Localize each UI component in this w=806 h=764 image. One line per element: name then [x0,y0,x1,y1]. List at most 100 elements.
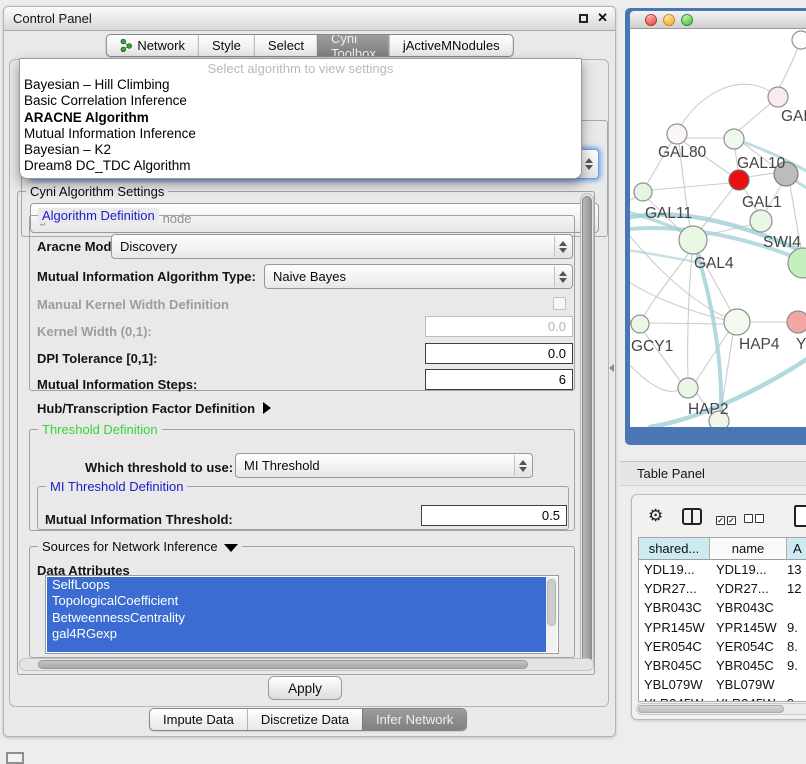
dpi-tolerance-label: DPI Tolerance [0,1]: [37,351,157,366]
network-node[interactable] [768,87,788,107]
manual-kernel-label: Manual Kernel Width Definition [37,297,229,312]
apply-button[interactable]: Apply [268,676,342,700]
node-label: GAL [781,108,806,125]
table-row[interactable]: YBR043CYBR043C [639,598,806,617]
which-threshold-combo[interactable]: MI Threshold [235,453,533,478]
float-window-icon[interactable] [579,14,588,23]
mi-threshold-field[interactable]: 0.5 [421,505,567,526]
tab-cyni-toolbox[interactable]: Cyni Toolbox [317,35,389,56]
sources-title[interactable]: Sources for Network Inference [38,539,242,554]
network-node-gal10[interactable] [724,129,744,149]
manual-kernel-checkbox[interactable] [553,297,566,310]
list-vertical-scrollbar[interactable] [546,577,557,652]
list-item[interactable]: TopologicalCoefficient [47,593,546,609]
mi-type-label: Mutual Information Algorithm Type: [37,269,256,284]
export-table-icon[interactable] [794,505,806,527]
table-row[interactable]: YPR145WYPR145W9. [639,618,806,637]
split-columns-icon[interactable] [682,508,702,525]
tab-network[interactable]: Network [106,35,198,56]
tab-jactivemnodules-label: jActiveMNodules [403,38,500,53]
settings-horizontal-scrollbar[interactable] [19,658,594,671]
dropdown-item[interactable]: Mutual Information Inference [20,126,581,142]
deselect-all-icon[interactable] [744,511,766,526]
tab-cyni-toolbox-label: Cyni Toolbox [331,34,376,57]
network-icon [119,39,132,52]
mi-type-combo[interactable]: Naive Bayes [264,264,573,289]
dropdown-item[interactable]: Basic Correlation Inference [20,93,581,109]
tab-select[interactable]: Select [254,35,317,56]
network-node-selected-red[interactable] [729,170,749,190]
column-header-clipped[interactable]: A [787,538,806,559]
table-row[interactable]: YLR345WYLR345W9. [639,694,806,702]
column-header-shared-name[interactable]: shared... [639,538,710,559]
tab-discretize-data[interactable]: Discretize Data [247,709,362,730]
network-node-gcy1[interactable] [631,315,649,333]
node-label: HAP4 [739,336,780,353]
data-attributes-list[interactable]: SelfLoops TopologicalCoefficient Between… [45,575,559,654]
select-all-icon[interactable]: ✓✓ [716,511,738,526]
tab-infer-network[interactable]: Infer Network [362,709,466,730]
control-panel-title: Control Panel [13,11,92,26]
table-row[interactable]: YDR27...YDR27...12 [639,579,806,598]
panel-divider-handle[interactable] [609,364,614,372]
combo-spinner-icon [554,236,571,257]
table-row[interactable]: YDL19...YDL19...13 [639,560,806,579]
table-row[interactable]: YER054CYER054C8. [639,637,806,656]
network-node[interactable] [792,31,806,49]
node-label: Y [796,336,806,353]
algorithm-definition-title: Algorithm Definition [38,208,159,223]
list-item[interactable]: BetweennessCentrality [47,610,546,626]
tab-jactivemnodules[interactable]: jActiveMNodules [389,35,513,56]
network-node[interactable] [787,311,806,333]
network-node-gal11[interactable] [634,183,652,201]
table-horizontal-scrollbar[interactable] [636,703,806,715]
minimized-panel-icon[interactable] [6,752,24,764]
dpi-tolerance-field[interactable]: 0.0 [425,343,573,364]
dropdown-item[interactable]: Bayesian – K2 [20,142,581,158]
table-toolbar: ⚙ ✓✓ [632,495,806,537]
network-node-hap2[interactable] [678,378,698,398]
kernel-width-field[interactable]: 0.0 [425,316,573,337]
dropdown-item-selected[interactable]: ARACNE Algorithm [20,110,581,126]
window-zoom-icon[interactable] [681,14,693,26]
node-table: shared... name A YDL19...YDL19...13 YDR2… [638,537,806,702]
node-label: HAP2 [688,401,729,418]
window-minimize-icon[interactable] [663,14,675,26]
network-node-swi4[interactable] [750,210,772,232]
table-row[interactable]: YBL079WYBL079W [639,675,806,694]
dropdown-item[interactable]: Dream8 DC_TDC Algorithm [20,158,581,174]
mi-steps-field[interactable]: 6 [425,369,573,390]
mi-steps-label: Mutual Information Steps: [37,377,197,392]
network-node-hap4[interactable] [724,309,750,335]
gear-icon[interactable]: ⚙ [648,506,663,526]
tab-impute-data[interactable]: Impute Data [150,709,247,730]
which-threshold-value: MI Threshold [244,458,532,473]
settings-vertical-scrollbar[interactable] [580,193,594,671]
tab-style[interactable]: Style [198,35,254,56]
network-node[interactable] [788,248,806,278]
hub-definition-toggle[interactable]: Hub/Transcription Factor Definition [37,401,271,416]
network-node-gal4[interactable] [679,226,707,254]
mi-type-value: Naive Bayes [273,269,572,284]
network-canvas[interactable]: GAL GAL80 GAL10 GAL1 GAL11 SWI4 GAL4 GCY… [630,29,806,427]
control-panel-titlebar: Control Panel ✕ [4,7,615,31]
mi-threshold-label: Mutual Information Threshold: [45,512,233,527]
dropdown-prompt: Select algorithm to view settings [20,60,581,77]
table-header-row: shared... name A [639,538,806,560]
table-panel-window: ⚙ ✓✓ shared... name A YDL19...YDL19...13… [631,494,806,720]
aracne-mode-combo[interactable]: Discovery [111,234,573,259]
network-node-gal80[interactable] [667,124,687,144]
column-header-name[interactable]: name [710,538,787,559]
list-item[interactable]: gal4RGexp [47,626,546,642]
window-close-icon[interactable] [645,14,657,26]
expanded-arrow-icon [224,544,238,552]
table-panel-titlebar: Table Panel [620,461,806,486]
dropdown-item[interactable]: Bayesian – Hill Climbing [20,77,581,93]
list-item[interactable]: SelfLoops [47,577,546,593]
node-label: GAL1 [742,194,782,211]
combo-spinner-icon [514,455,531,476]
algorithm-dropdown-popup: Select algorithm to view settings Bayesi… [19,58,582,179]
node-label: GAL4 [694,255,734,272]
table-row[interactable]: YBR045CYBR045C9. [639,656,806,675]
close-icon[interactable]: ✕ [597,10,608,26]
